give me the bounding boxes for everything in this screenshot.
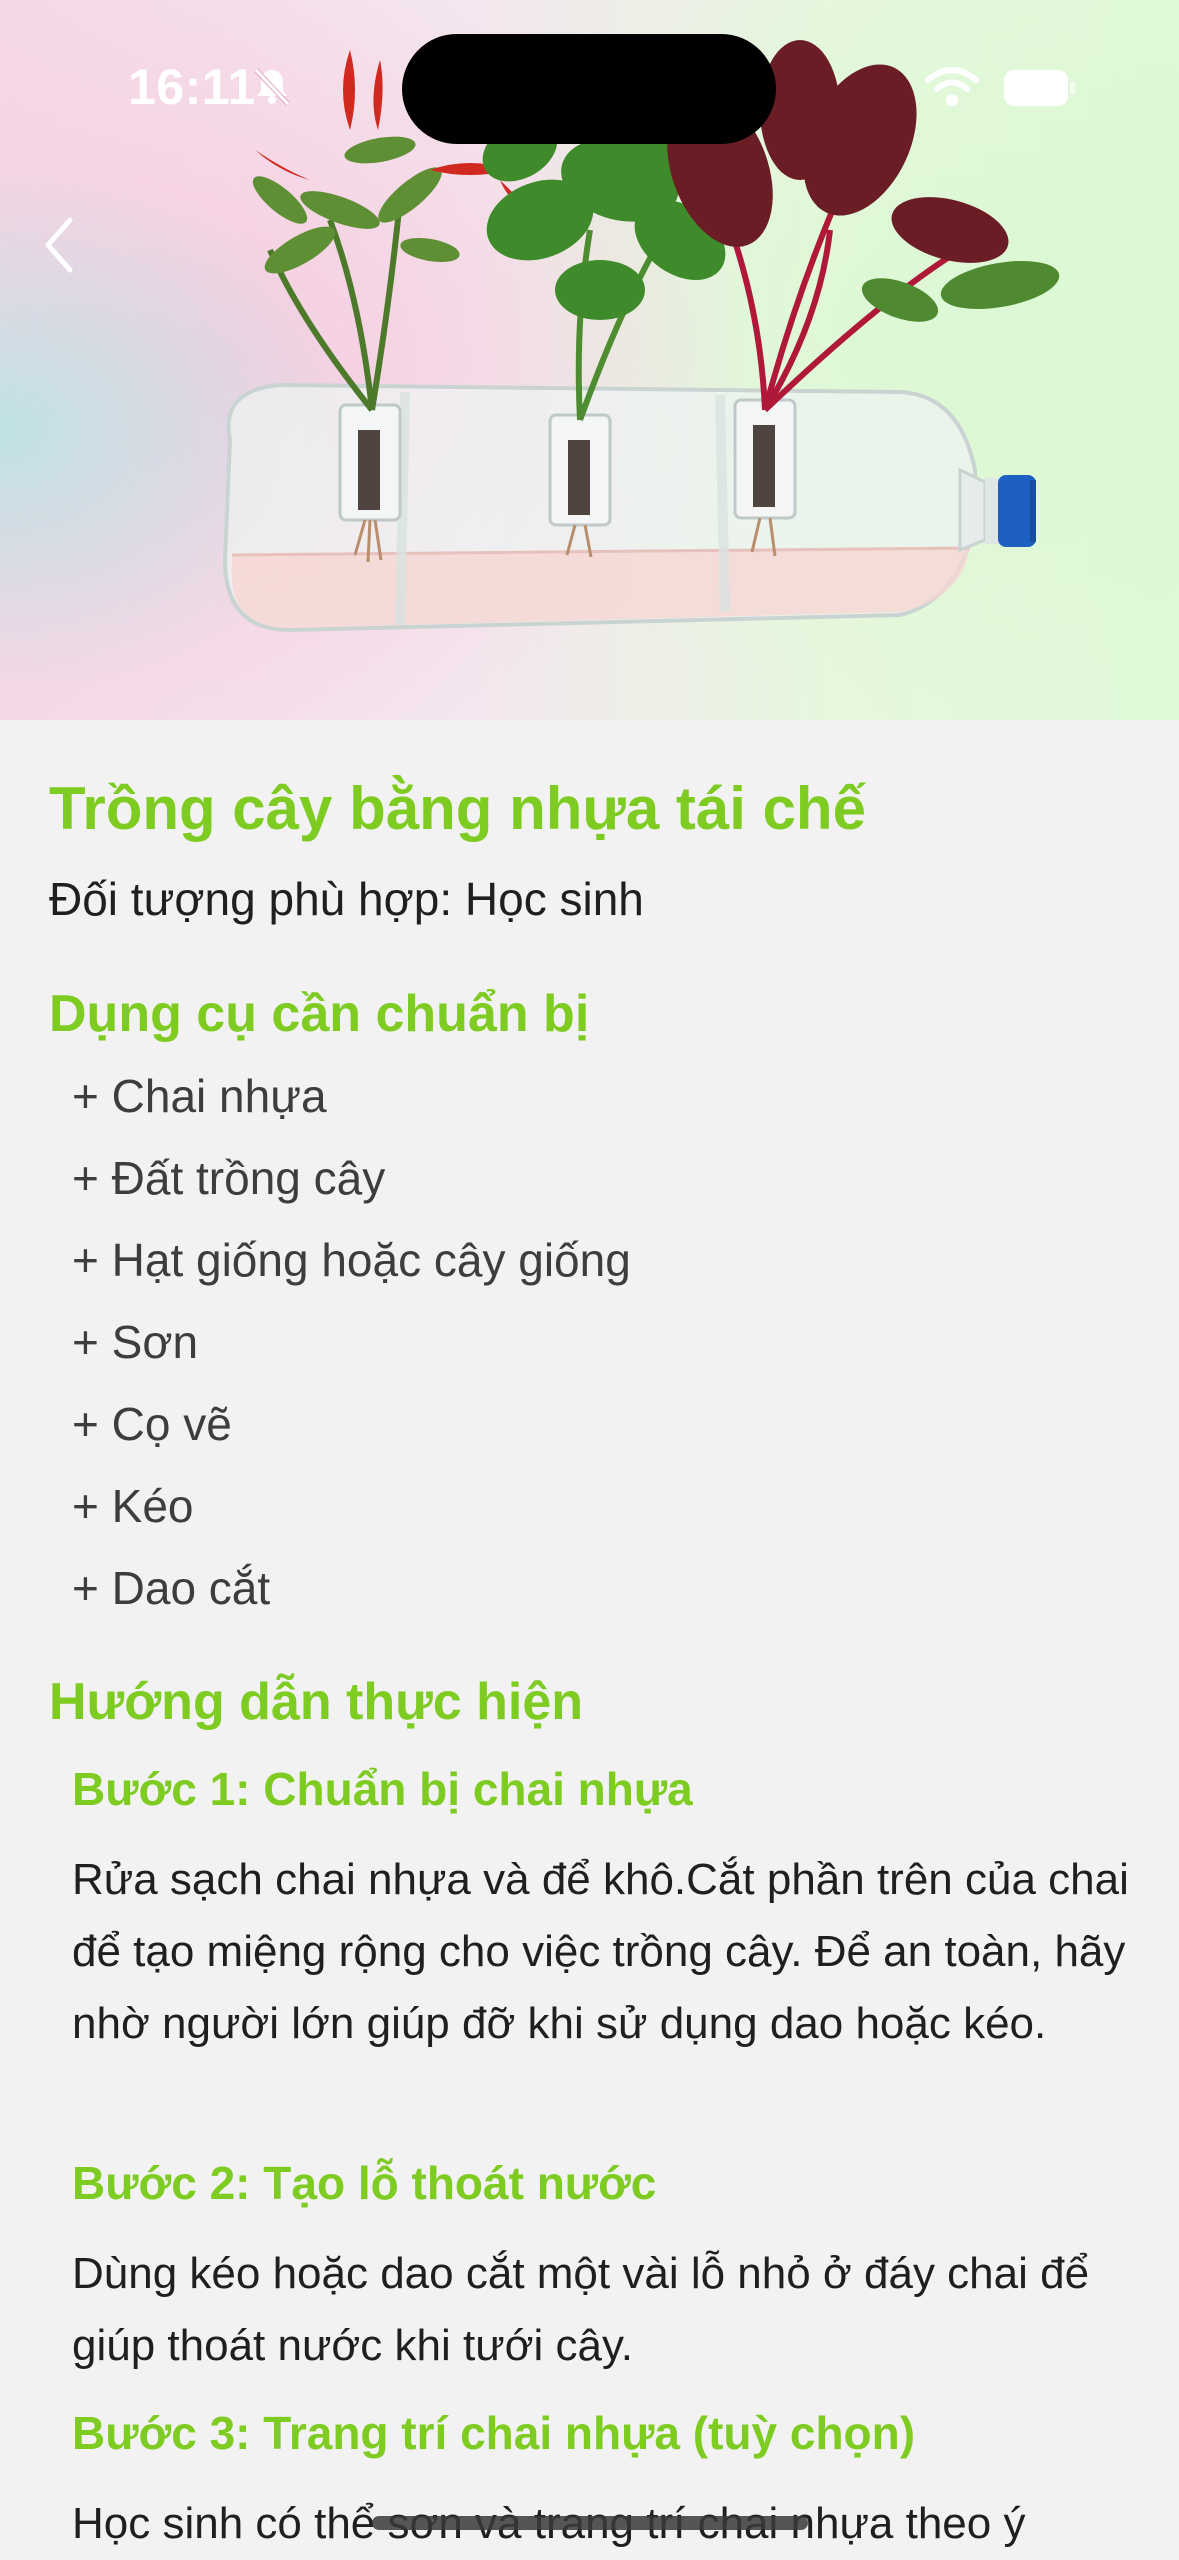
list-item: + Kéo: [72, 1480, 194, 1532]
chevron-left-icon: [45, 217, 73, 273]
list-item: + Hạt giống hoặc cây giống: [72, 1234, 631, 1286]
audience-text: Đối tượng phù hợp: Học sinh: [49, 873, 644, 925]
battery-icon: [1004, 70, 1075, 106]
home-indicator[interactable]: [372, 2516, 808, 2530]
article-title: Trồng cây bằng nhựa tái chế: [49, 775, 866, 842]
step-1-text: Rửa sạch chai nhựa và để khô.Cắt phần tr…: [72, 1855, 1129, 2048]
step-2-text: Dùng kéo hoặc dao cắt một vài lỗ nhỏ ở đ…: [72, 2249, 1090, 2370]
status-time: 16:11: [128, 59, 256, 115]
wifi-icon: [925, 67, 979, 106]
status-bar: 16:11: [0, 0, 1179, 150]
list-item: + Dao cắt: [72, 1562, 271, 1614]
bell-slash-icon: [254, 68, 290, 106]
guide-heading: Hướng dẫn thực hiện: [49, 1673, 584, 1731]
list-item: + Cọ vẽ: [72, 1398, 232, 1450]
dynamic-island: [402, 34, 776, 144]
list-item: + Đất trồng cây: [72, 1152, 386, 1204]
step-2-title: Bước 2: Tạo lỗ thoát nước: [72, 2157, 657, 2209]
list-item: + Chai nhựa: [72, 1070, 327, 1122]
step-3-title: Bước 3: Trang trí chai nhựa (tuỳ chọn): [72, 2407, 916, 2459]
back-button[interactable]: [34, 200, 104, 290]
tools-list: + Chai nhựa + Đất trồng cây + Hạt giống …: [72, 1068, 631, 1642]
tools-heading: Dụng cụ cần chuẩn bị: [49, 985, 590, 1043]
step-1-title: Bước 1: Chuẩn bị chai nhựa: [72, 1763, 693, 1815]
list-item: + Sơn: [72, 1316, 199, 1368]
